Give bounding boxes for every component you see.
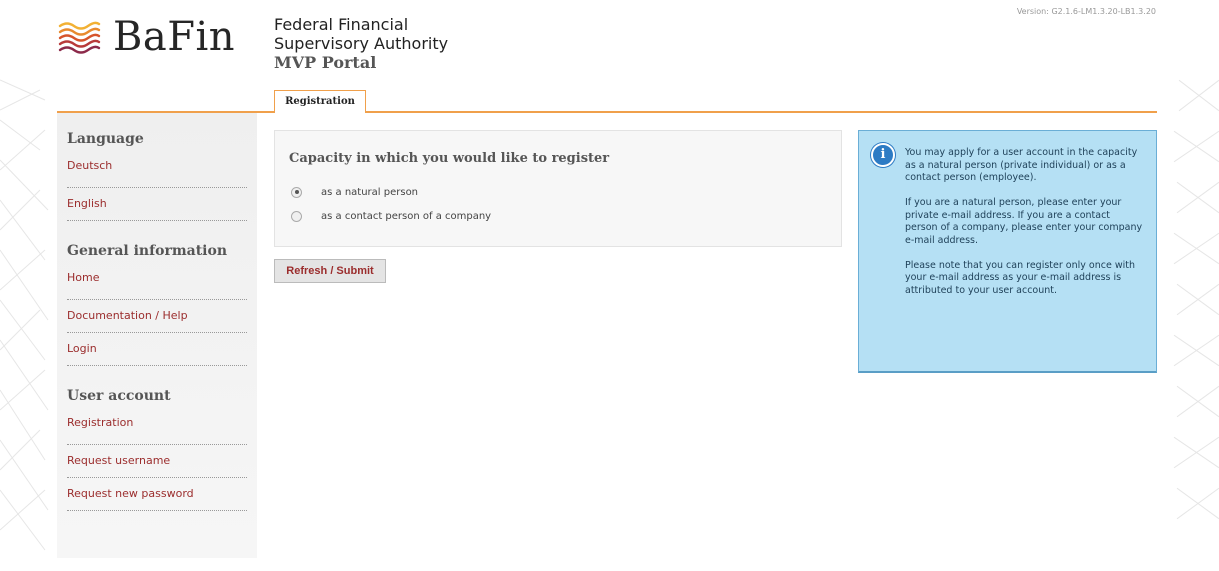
sidebar-link-documentation-help[interactable]: Documentation / Help [67,300,247,333]
background-pattern-right [1173,79,1219,520]
sidebar-link-registration[interactable]: Registration [67,412,247,445]
org-line-1: Federal Financial [274,15,409,34]
org-line-2: Supervisory Authority [274,34,449,53]
tab-registration[interactable]: Registration [274,90,366,113]
info-icon: i [871,143,895,167]
bafin-logo[interactable]: BaFin [57,14,257,64]
radio-contact-person[interactable] [291,210,302,222]
background-pattern-left [0,79,49,551]
sidebar-link-english[interactable]: English [67,188,247,221]
sidebar-heading-language: Language [67,131,144,147]
sidebar: Language Deutsch English General informa… [57,113,257,558]
info-paragraph-3: Please note that you can register only o… [905,259,1135,296]
panel-title: Capacity in which you would like to regi… [289,151,610,166]
sidebar-heading-general-information: General information [67,243,228,259]
info-paragraph-1: You may apply for a user account in the … [905,147,1138,183]
logo-text: BaFin [113,14,236,60]
option-contact-person[interactable]: as a contact person of a company [289,204,827,228]
portal-name: MVP Portal [274,53,377,72]
org-name: Federal Financial Supervisory Authority … [274,15,448,72]
option-natural-person[interactable]: as a natural person [289,180,827,204]
sidebar-link-request-username[interactable]: Request username [67,445,247,478]
refresh-submit-button[interactable]: Refresh / Submit [274,259,386,283]
sidebar-heading-user-account: User account [67,388,171,404]
registration-capacity-panel: Capacity in which you would like to regi… [274,130,842,247]
info-box: i You may apply for a user account in th… [858,130,1157,373]
sidebar-link-request-new-password[interactable]: Request new password [67,478,247,511]
sidebar-link-deutsch[interactable]: Deutsch [67,155,247,188]
radio-label-contact-person: as a contact person of a company [321,210,492,222]
info-paragraph-2: If you are a natural person, please ente… [905,197,1143,246]
sidebar-link-login[interactable]: Login [67,333,247,366]
version-label: Version: G2.1.6-LM1.3.20-LB1.3.20 [1016,7,1156,16]
radio-natural-person[interactable] [291,186,302,198]
bafin-waves-icon [58,21,101,54]
radio-label-natural-person: as a natural person [321,186,419,198]
sidebar-link-home[interactable]: Home [67,267,247,300]
